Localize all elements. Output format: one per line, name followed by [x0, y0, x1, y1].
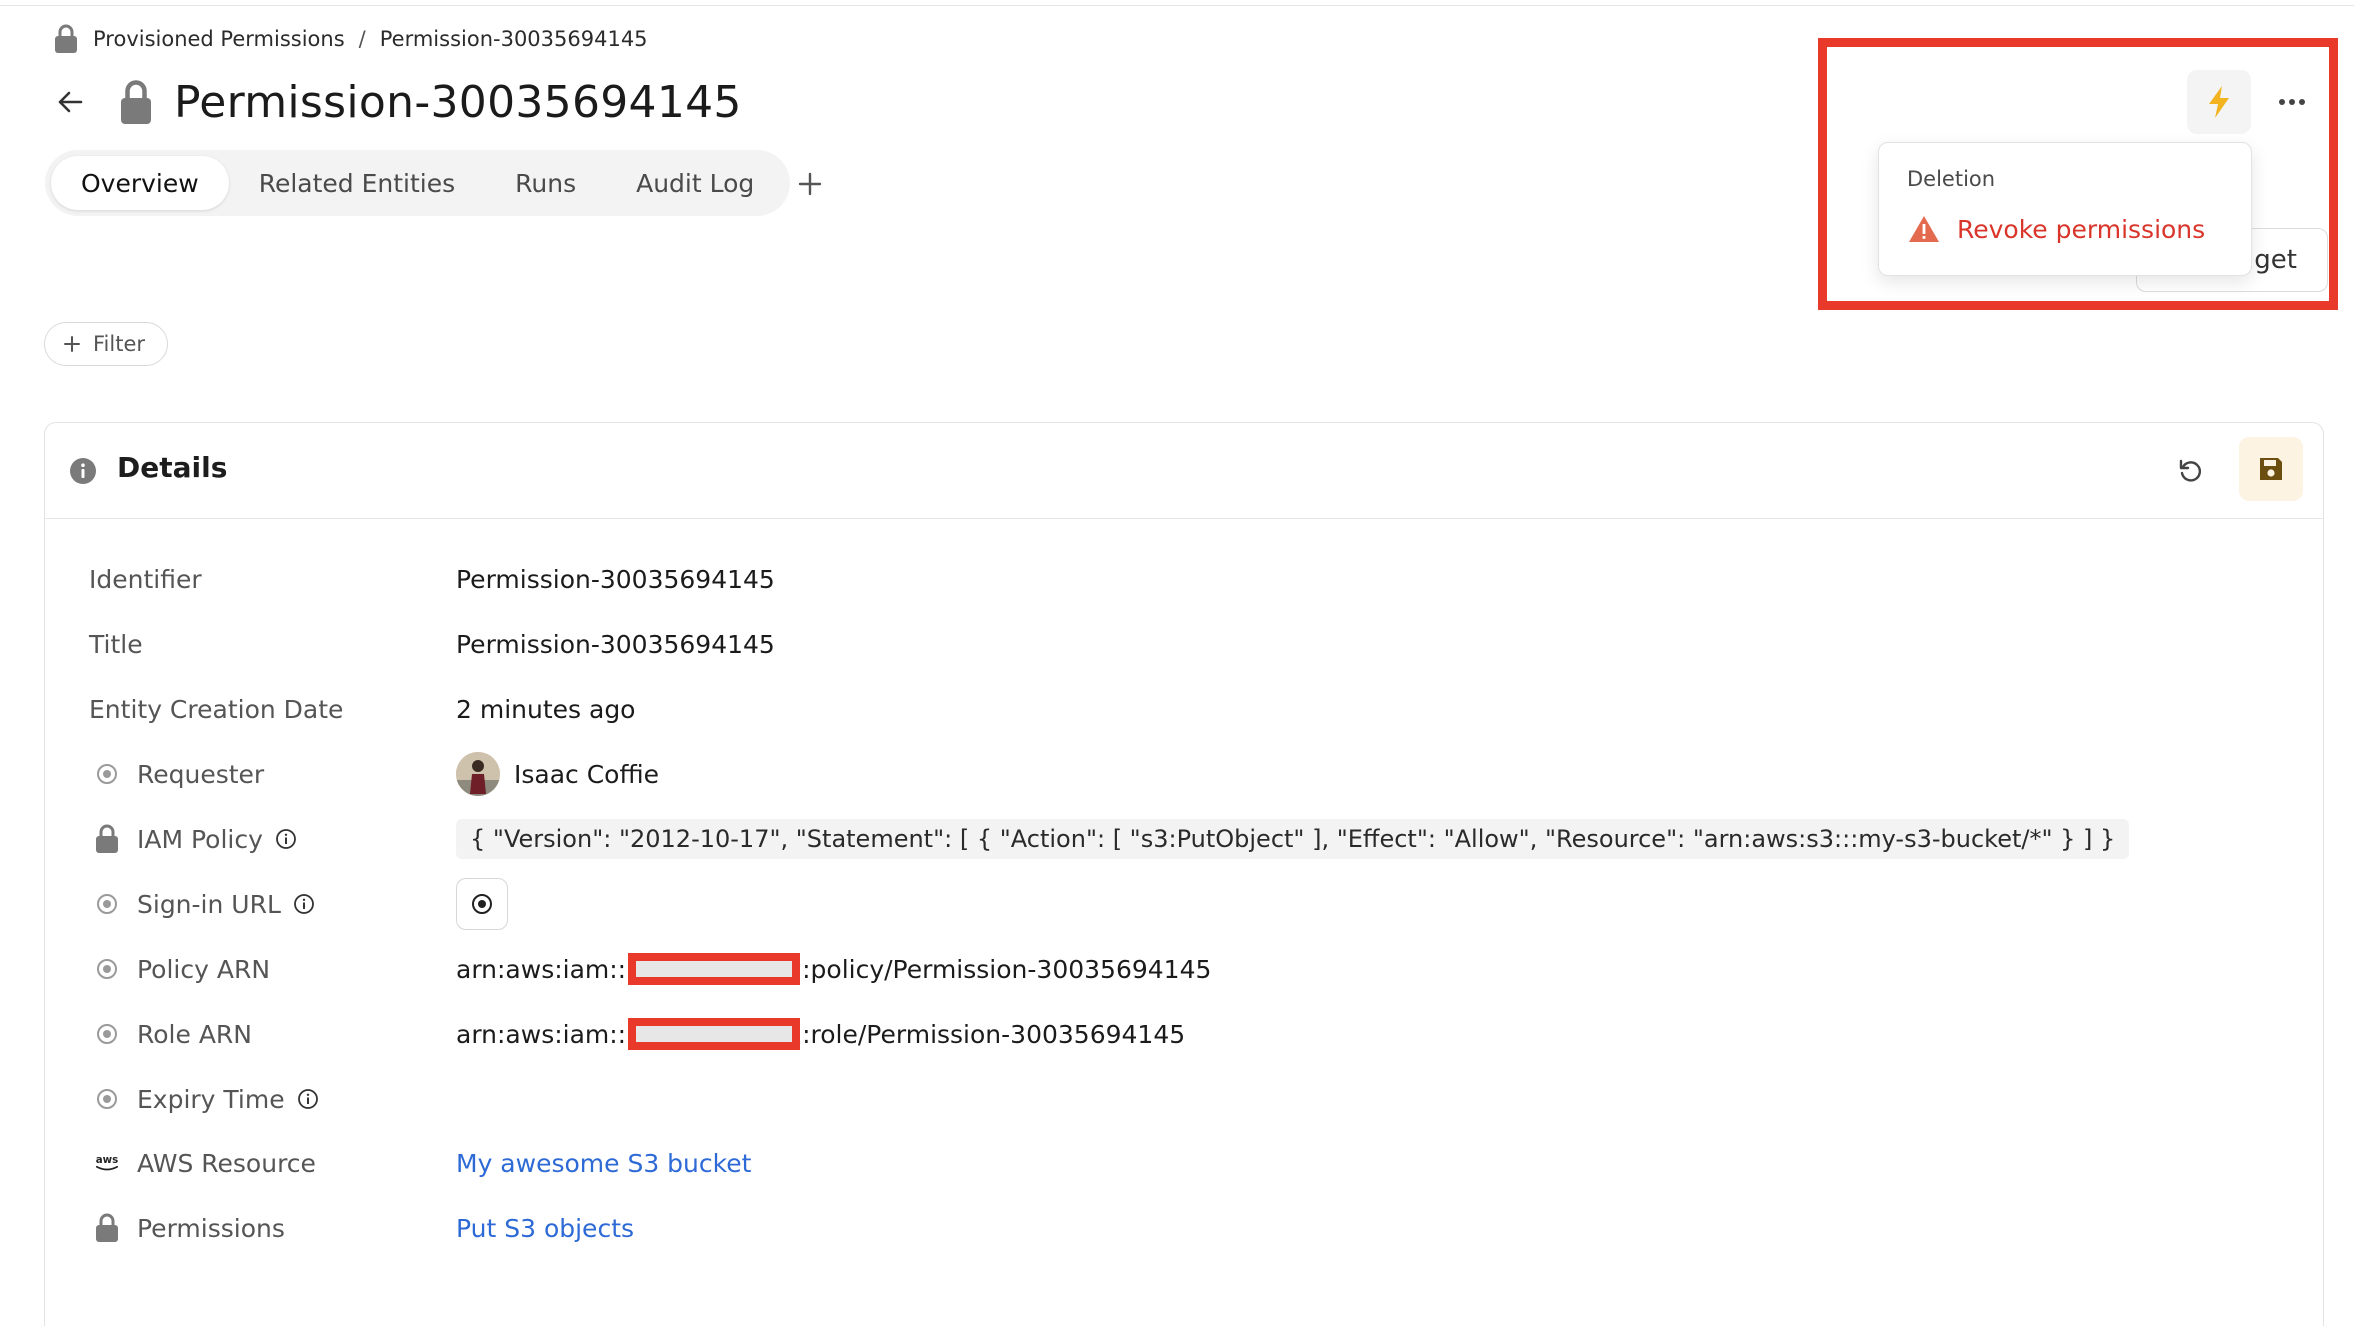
detail-row-permissions: Permissions Put S3 objects	[45, 1208, 2323, 1248]
lock-icon	[93, 1213, 121, 1243]
breadcrumb-parent[interactable]: Provisioned Permissions	[93, 27, 345, 51]
detail-label: AWS Resource	[137, 1148, 316, 1178]
lightning-icon	[2209, 86, 2229, 118]
detail-row-role-arn: Role ARN arn:aws:iam:: :role/Permission-…	[45, 1014, 2323, 1054]
detail-label: Entity Creation Date	[89, 694, 344, 724]
expiry-time-label: Expiry Time	[137, 1084, 285, 1114]
detail-label: Identifier	[89, 564, 202, 594]
breadcrumb-current: Permission-30035694145	[379, 27, 648, 51]
undo-button[interactable]	[2169, 449, 2213, 493]
info-circle-icon[interactable]	[297, 1088, 319, 1110]
breadcrumb: Provisioned Permissions / Permission-300…	[53, 24, 648, 54]
detail-value: Permission-30035694145	[456, 629, 775, 659]
iam-policy-label: IAM Policy	[137, 824, 263, 854]
detail-row-title: Title Permission-30035694145	[45, 624, 2323, 664]
back-button[interactable]	[52, 84, 88, 120]
plus-icon	[798, 172, 822, 196]
detail-value: arn:aws:iam:: :role/Permission-300356941…	[456, 1018, 1185, 1050]
detail-row-identifier: Identifier Permission-30035694145	[45, 559, 2323, 599]
permissions-link[interactable]: Put S3 objects	[456, 1214, 634, 1243]
widget-button-label: lget	[2247, 245, 2297, 275]
filter-button[interactable]: Filter	[44, 322, 169, 366]
detail-row-expiry-time: Expiry Time	[45, 1079, 2323, 1119]
page-title: Permission-30035694145	[174, 76, 742, 128]
aws-logo-icon: aws	[93, 1148, 121, 1178]
arrow-left-icon	[58, 91, 83, 113]
undo-icon	[2179, 459, 2202, 482]
target-icon	[93, 1019, 121, 1049]
info-circle-icon[interactable]	[275, 828, 297, 850]
avatar	[456, 752, 500, 796]
iam-policy-json: { "Version": "2012-10-17", "Statement": …	[456, 819, 2130, 859]
arn-prefix: arn:aws:iam::	[456, 1019, 627, 1049]
target-icon	[93, 759, 121, 789]
details-title: Details	[117, 451, 228, 484]
detail-row-signin-url: Sign-in URL	[45, 878, 2323, 930]
detail-label: Requester	[137, 759, 265, 789]
detail-value	[456, 878, 508, 930]
top-border	[0, 0, 2354, 6]
tab-related-entities[interactable]: Related Entities	[229, 156, 485, 210]
arn-suffix: :policy/Permission-30035694145	[802, 954, 1212, 984]
tab-bar: Overview Related Entities Runs Audit Log	[45, 150, 791, 216]
detail-label: Role ARN	[137, 1019, 252, 1049]
save-button[interactable]	[2239, 437, 2303, 501]
save-icon	[2260, 458, 2282, 480]
detail-row-requester: Requester Isaac Coffie	[45, 752, 2323, 796]
target-icon	[93, 1084, 121, 1114]
detail-value: 2 minutes ago	[456, 694, 636, 724]
details-card-header: Details	[45, 423, 2323, 519]
detail-value: Permission-30035694145	[456, 564, 775, 594]
more-options-button[interactable]	[2270, 82, 2314, 122]
signin-url-label: Sign-in URL	[137, 889, 281, 919]
arn-prefix: arn:aws:iam::	[456, 954, 627, 984]
detail-value: { "Version": "2012-10-17", "Statement": …	[456, 819, 2130, 859]
detail-row-aws-resource: aws AWS Resource My awesome S3 bucket	[45, 1143, 2323, 1183]
tab-audit-log[interactable]: Audit Log	[606, 156, 784, 210]
detail-row-iam-policy: IAM Policy { "Version": "2012-10-17", "S…	[45, 819, 2323, 859]
page-header: Permission-30035694145	[52, 74, 742, 130]
detail-label: Policy ARN	[137, 954, 271, 984]
detail-label: IAM Policy	[137, 825, 297, 854]
target-icon	[93, 889, 121, 919]
info-circle-icon[interactable]	[293, 893, 315, 915]
target-icon	[93, 954, 121, 984]
detail-label: Title	[89, 629, 143, 659]
requester-name[interactable]: Isaac Coffie	[514, 760, 659, 789]
lock-icon	[121, 80, 151, 124]
plus-icon	[64, 336, 80, 352]
lock-icon	[93, 824, 121, 854]
tab-overview[interactable]: Overview	[51, 156, 229, 210]
filter-label: Filter	[93, 332, 146, 356]
revoke-permissions-menu-item[interactable]: Revoke permissions	[1907, 207, 2205, 251]
details-card: Details Identifier Permission-3003569414…	[44, 422, 2324, 1326]
detail-value: arn:aws:iam:: :policy/Permission-3003569…	[456, 953, 1211, 985]
detail-label: Expiry Time	[137, 1085, 319, 1114]
target-icon	[472, 894, 492, 914]
tab-runs[interactable]: Runs	[485, 156, 606, 210]
add-tab-button[interactable]	[790, 164, 830, 204]
detail-row-creation-date: Entity Creation Date 2 minutes ago	[45, 689, 2323, 729]
redacted-account-id	[628, 953, 801, 985]
arn-suffix: :role/Permission-30035694145	[802, 1019, 1186, 1049]
info-icon	[70, 458, 96, 484]
dropdown-section-deletion: Deletion	[1907, 167, 1996, 191]
redacted-account-id	[628, 1018, 801, 1050]
detail-label: Sign-in URL	[137, 890, 315, 919]
lock-icon	[55, 24, 77, 53]
breadcrumb-separator: /	[358, 27, 366, 51]
detail-row-policy-arn: Policy ARN arn:aws:iam:: :policy/Permiss…	[45, 949, 2323, 989]
revoke-permissions-label: Revoke permissions	[1957, 214, 2206, 244]
warning-icon	[1909, 216, 1939, 242]
aws-logo-text: aws	[96, 1154, 119, 1166]
detail-label: Permissions	[137, 1213, 285, 1243]
actions-button[interactable]	[2187, 70, 2251, 134]
detail-value: Isaac Coffie	[456, 752, 659, 796]
actions-dropdown: Deletion Revoke permissions	[1878, 142, 2252, 276]
more-horizontal-icon	[2279, 99, 2305, 105]
aws-resource-link[interactable]: My awesome S3 bucket	[456, 1149, 751, 1178]
signin-url-button[interactable]	[456, 878, 508, 930]
